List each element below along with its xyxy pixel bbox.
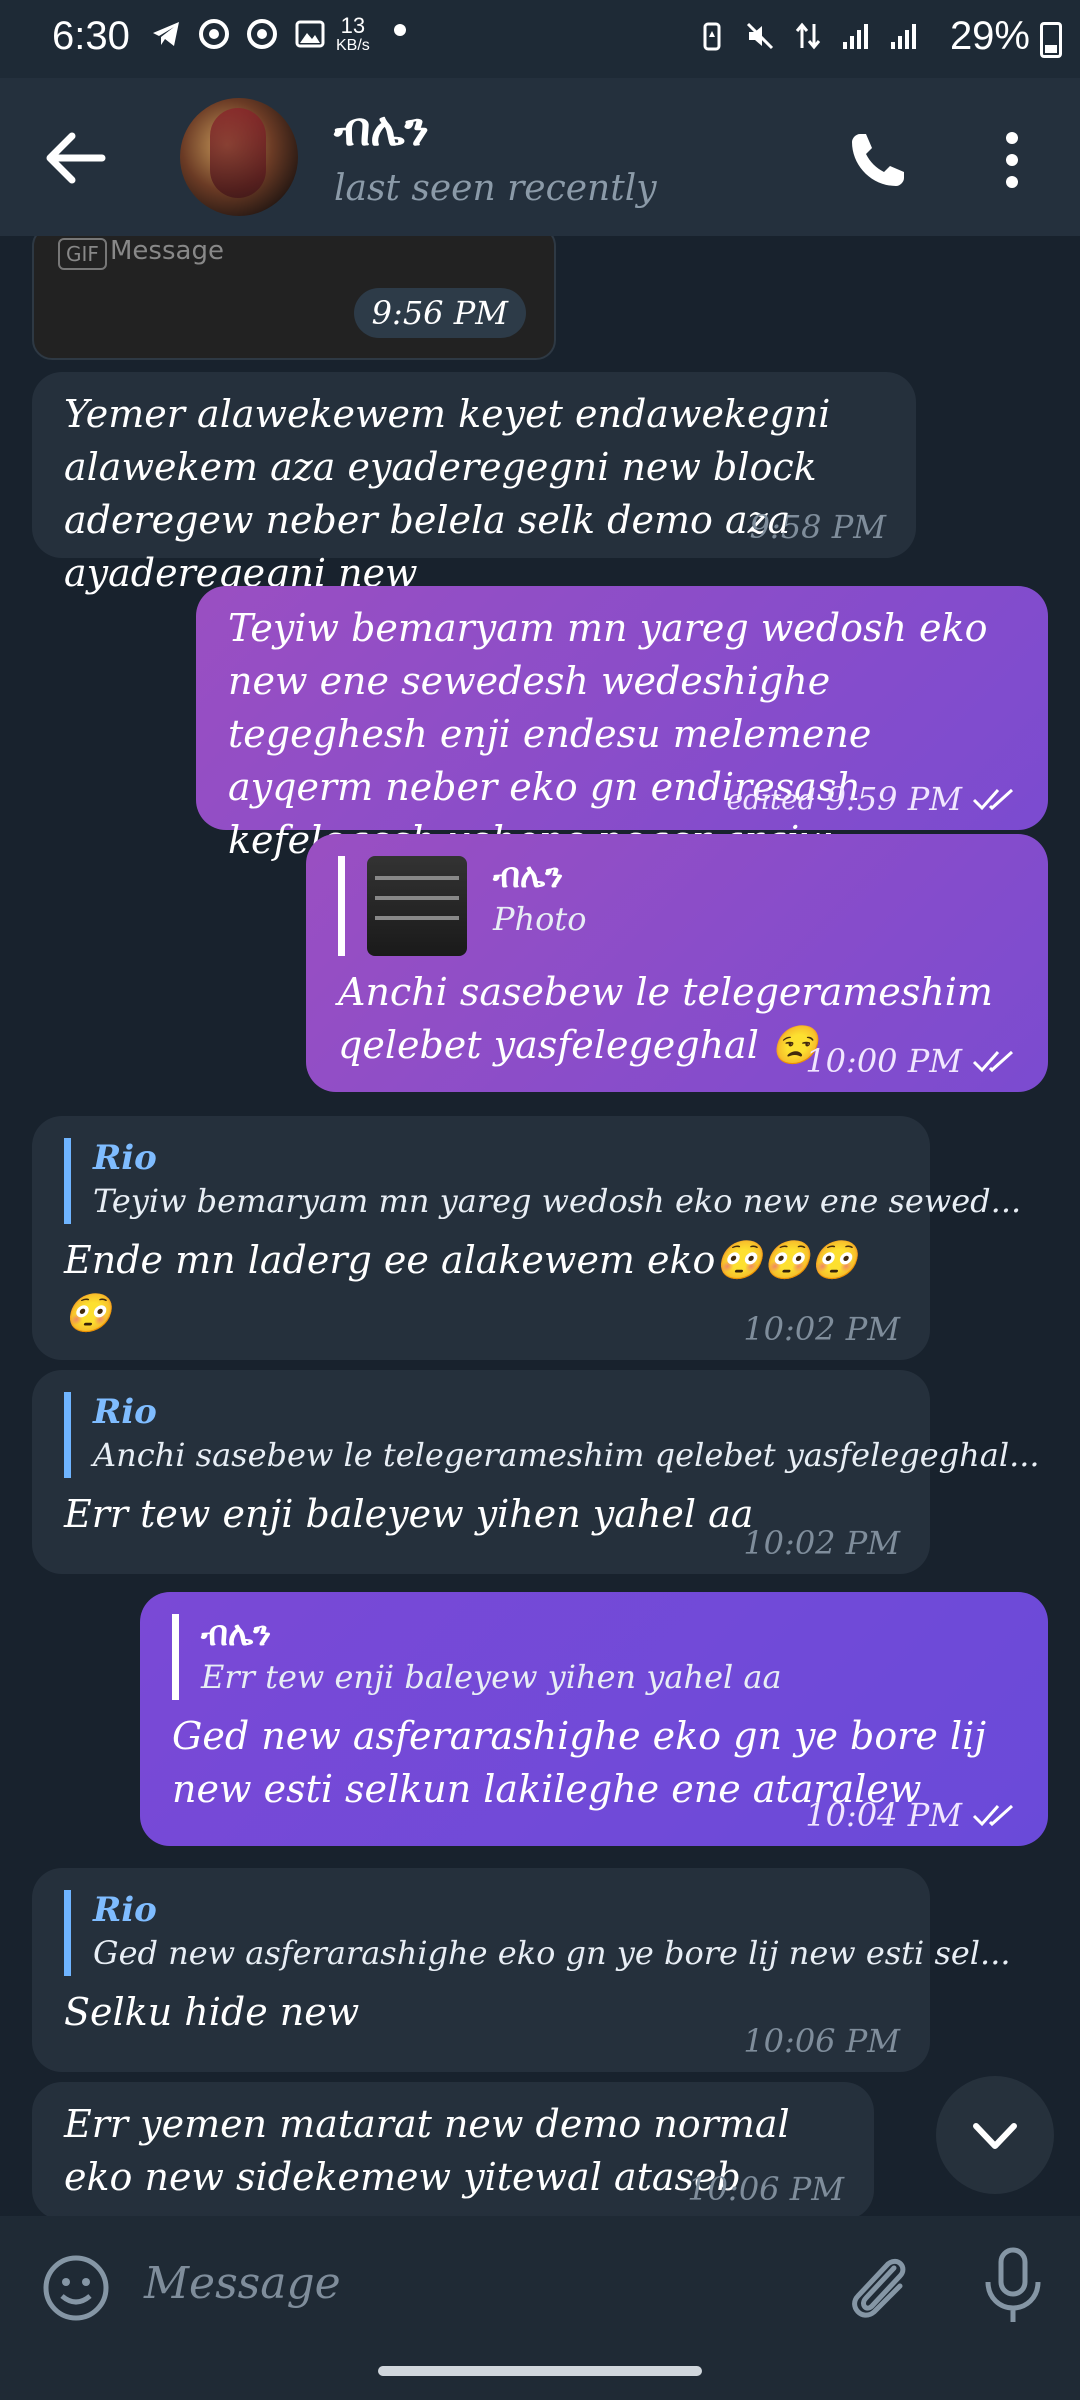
message-text: Teyiw bemaryam mn yareg wedosh eko new e… xyxy=(228,606,988,862)
message-time: 10:00 PM xyxy=(805,1042,962,1080)
notification-dot xyxy=(394,24,406,36)
reply-preview[interactable]: Rio Ged new asferarashighe eko gn ye bor… xyxy=(64,1890,1011,1976)
reply-text: Teyiw bemaryam mn yareg wedosh eko new e… xyxy=(93,1182,1022,1220)
battery-saver-icon xyxy=(703,22,721,51)
message-time: 10:02 PM xyxy=(743,1310,900,1348)
last-seen-status: last seen recently xyxy=(334,168,657,209)
message-time: 10:02 PM xyxy=(743,1524,900,1562)
message-meta: edited 9:59 PM xyxy=(726,780,1018,818)
system-icons xyxy=(696,20,920,52)
net-speed-value: 13 xyxy=(340,13,366,38)
photo-message[interactable]: GIF Message 9:56 PM xyxy=(32,236,556,360)
message-time: 9:58 PM xyxy=(749,508,886,546)
home-indicator[interactable] xyxy=(378,2366,702,2376)
mute-icon xyxy=(746,22,774,50)
message-time: 10:06 PM xyxy=(743,2022,900,2060)
reply-author: Rio xyxy=(93,1138,157,1178)
signal-icon-2 xyxy=(891,24,916,49)
reply-text: Anchi sasebew le telegerameshim qelebet … xyxy=(93,1436,1040,1474)
avatar[interactable] xyxy=(180,98,298,216)
chevron-down-icon xyxy=(973,2123,1017,2149)
microphone-icon[interactable] xyxy=(978,2246,1048,2326)
message-time: 10:06 PM xyxy=(687,2170,844,2208)
reply-author: Rio xyxy=(93,1890,157,1930)
status-time: 6:30 xyxy=(52,14,130,58)
chat-title[interactable]: ብሌን xyxy=(334,102,429,158)
battery-icon xyxy=(1040,22,1062,58)
message-input[interactable]: Message xyxy=(144,2258,341,2309)
message-list[interactable]: GIF Message 9:56 PM Yemer alawekewem key… xyxy=(0,236,1080,2216)
net-speed: 13 KB/s xyxy=(336,13,370,56)
chrome-icon xyxy=(199,19,229,49)
message-meta: 10:00 PM xyxy=(805,1042,1018,1080)
reply-author: ብሌን xyxy=(201,1614,272,1654)
status-bar: 6:30 13 KB/s 29% xyxy=(0,0,1080,78)
emoji-icon[interactable] xyxy=(40,2252,112,2324)
incoming-message[interactable]: Err yemen matarat new demo normal eko ne… xyxy=(32,2082,874,2216)
chrome-icon-2 xyxy=(247,19,277,49)
message-meta: 10:02 PM xyxy=(743,1310,900,1348)
telegram-icon xyxy=(153,22,179,46)
paperclip-icon[interactable] xyxy=(844,2250,916,2326)
outgoing-reply-message[interactable]: ብሌን Photo Anchi sasebew le telegerameshi… xyxy=(306,834,1048,1092)
phone-icon[interactable] xyxy=(846,128,910,192)
net-speed-unit: KB/s xyxy=(336,37,370,54)
reply-preview[interactable]: Rio Teyiw bemaryam mn yareg wedosh eko n… xyxy=(64,1138,1022,1224)
incoming-message[interactable]: Yemer alawekewem keyet endawekegni alawe… xyxy=(32,372,916,595)
more-vert-icon[interactable] xyxy=(990,126,1034,194)
reply-preview[interactable]: ብሌን Photo xyxy=(338,856,1016,956)
gif-label: GIF xyxy=(58,238,107,270)
outgoing-reply-message[interactable]: ብሌን Err tew enji baleyew yihen yahel aa … xyxy=(140,1592,1048,1846)
message-input-bar: Message xyxy=(0,2216,1080,2340)
reply-preview[interactable]: Rio Anchi sasebew le telegerameshim qele… xyxy=(64,1392,1040,1478)
message-time: 10:04 PM xyxy=(805,1796,962,1834)
outgoing-message[interactable]: Teyiw bemaryam mn yareg wedosh eko new e… xyxy=(196,586,1048,862)
reply-text: Err tew enji baleyew yihen yahel aa xyxy=(201,1658,782,1696)
message-time: 9:56 PM xyxy=(353,288,526,338)
incoming-reply-message[interactable]: Rio Anchi sasebew le telegerameshim qele… xyxy=(32,1370,1040,1574)
photo-message-placeholder: Message xyxy=(110,236,224,266)
data-arrows-icon xyxy=(795,22,821,50)
message-meta: 10:06 PM xyxy=(743,2022,900,2060)
gesture-nav-bar xyxy=(0,2340,1080,2400)
double-check-icon xyxy=(972,1050,1014,1073)
message-time: 9:59 PM xyxy=(825,780,962,818)
scroll-down-button[interactable] xyxy=(936,2076,1054,2194)
battery-percent: 29% xyxy=(949,14,1030,58)
chat-header: ብሌን last seen recently xyxy=(0,78,1080,236)
message-meta: 10:02 PM xyxy=(743,1524,900,1562)
incoming-reply-message[interactable]: Rio Ged new asferarashighe eko gn ye bor… xyxy=(32,1868,1011,2072)
reply-text: Ged new asferarashighe eko gn ye bore li… xyxy=(93,1934,1011,1972)
signal-icon xyxy=(843,24,868,49)
message-text: Yemer alawekewem keyet endawekegni alawe… xyxy=(64,392,831,595)
incoming-reply-message[interactable]: Rio Teyiw bemaryam mn yareg wedosh eko n… xyxy=(32,1116,1022,1360)
gallery-icon xyxy=(295,20,325,48)
back-arrow-icon[interactable] xyxy=(42,126,112,190)
double-check-icon xyxy=(972,788,1014,811)
edited-label: edited xyxy=(726,782,816,816)
message-meta: 10:06 PM xyxy=(687,2170,844,2208)
message-meta: 10:04 PM xyxy=(805,1796,1018,1834)
reply-author: Rio xyxy=(93,1392,157,1432)
message-meta: 9:58 PM xyxy=(750,508,886,546)
notification-icons xyxy=(150,18,326,50)
double-check-icon xyxy=(972,1804,1014,1827)
reply-photo-thumbnail xyxy=(367,856,467,956)
reply-preview[interactable]: ብሌን Err tew enji baleyew yihen yahel aa xyxy=(172,1614,1016,1700)
